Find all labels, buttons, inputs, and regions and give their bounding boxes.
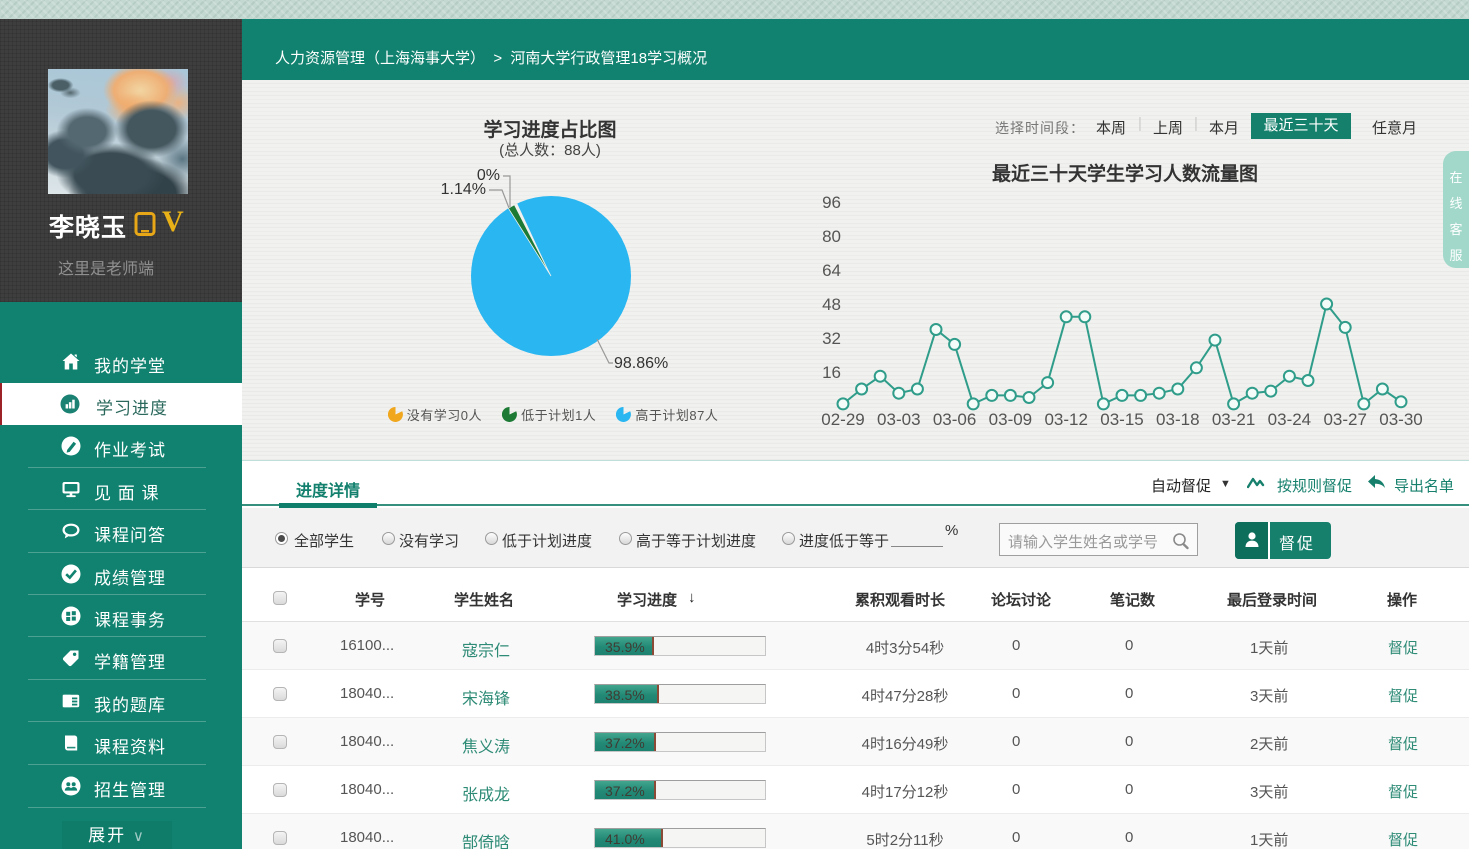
- svg-text:64: 64: [822, 261, 841, 280]
- svg-text:03-21: 03-21: [1212, 410, 1255, 429]
- svg-text:03-03: 03-03: [877, 410, 920, 429]
- svg-text:03-06: 03-06: [933, 410, 976, 429]
- svg-text:16: 16: [822, 363, 841, 382]
- svg-text:80: 80: [822, 227, 841, 246]
- svg-text:96: 96: [822, 193, 841, 212]
- svg-text:03-09: 03-09: [989, 410, 1032, 429]
- svg-text:03-18: 03-18: [1156, 410, 1199, 429]
- svg-text:03-30: 03-30: [1379, 410, 1422, 429]
- svg-text:03-24: 03-24: [1268, 410, 1311, 429]
- svg-text:03-12: 03-12: [1044, 410, 1087, 429]
- svg-text:02-29: 02-29: [821, 410, 864, 429]
- svg-text:03-27: 03-27: [1323, 410, 1366, 429]
- svg-text:32: 32: [822, 329, 841, 348]
- svg-text:03-15: 03-15: [1100, 410, 1143, 429]
- svg-text:48: 48: [822, 295, 841, 314]
